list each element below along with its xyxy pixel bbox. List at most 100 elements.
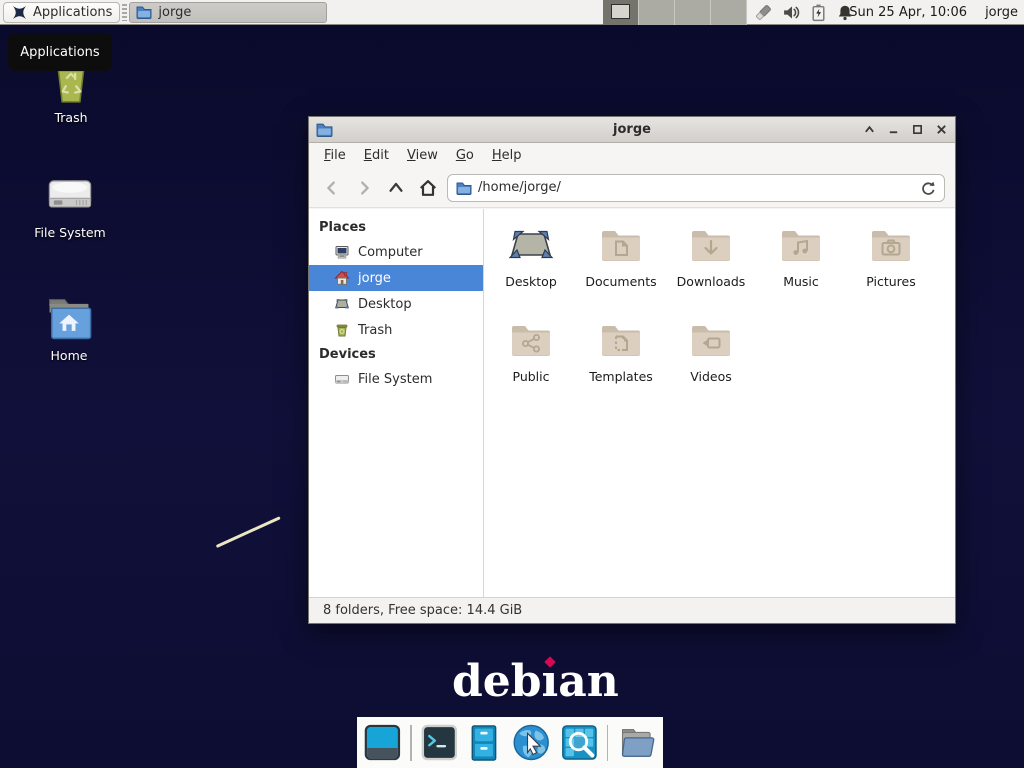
file-item-templates[interactable]: Templates — [576, 317, 666, 384]
downloads-folder-icon — [687, 222, 735, 270]
file-manager-window: jorge File Edit View Go Help — [308, 116, 956, 624]
public-folder-icon — [507, 317, 555, 365]
applications-menu-label: Applications — [33, 5, 112, 20]
panel-username[interactable]: jorge — [985, 5, 1018, 20]
menu-edit[interactable]: Edit — [357, 146, 396, 165]
menubar: File Edit View Go Help — [309, 143, 955, 168]
taskbar-window-button[interactable]: jorge — [129, 2, 327, 23]
file-item-music[interactable]: Music — [756, 222, 846, 289]
sidebar-item-label: Trash — [358, 323, 392, 338]
location-folder-icon — [456, 180, 472, 196]
workspace-3[interactable] — [675, 0, 711, 25]
sidebar-item-label: Computer — [358, 245, 423, 260]
file-item-label: Videos — [690, 369, 732, 384]
sidebar-item-file-system[interactable]: File System — [309, 366, 483, 392]
hard-drive-icon — [334, 371, 350, 387]
applications-menu-button[interactable]: Applications — [3, 2, 120, 23]
file-item-label: Public — [513, 369, 550, 384]
menu-go[interactable]: Go — [449, 146, 481, 165]
file-item-videos[interactable]: Videos — [666, 317, 756, 384]
file-item-pictures[interactable]: Pictures — [846, 222, 936, 289]
debian-logo-text: an — [558, 656, 619, 707]
menu-file[interactable]: File — [317, 146, 353, 165]
videos-folder-icon — [687, 317, 735, 365]
file-item-desktop[interactable]: Desktop — [486, 222, 576, 289]
up-button[interactable] — [383, 175, 409, 201]
back-button[interactable] — [319, 175, 345, 201]
folder-icon — [136, 4, 152, 20]
file-item-label: Music — [783, 274, 819, 289]
reload-icon[interactable] — [920, 180, 936, 196]
debian-logo-text: deb — [452, 656, 542, 707]
menu-help[interactable]: Help — [485, 146, 529, 165]
desktop: Applications jorge — [0, 0, 1024, 768]
taskbar-window-label: jorge — [158, 5, 191, 20]
desktop-icon[interactable] — [364, 722, 401, 763]
file-item-public[interactable]: Public — [486, 317, 576, 384]
desktop-icon — [334, 296, 350, 312]
sidebar-item-label: jorge — [358, 271, 391, 286]
volume-icon[interactable] — [782, 3, 801, 22]
desktop-icon-label: Home — [51, 348, 88, 363]
terminal-icon[interactable] — [421, 722, 458, 763]
file-view[interactable]: Desktop Documents Do — [484, 209, 955, 597]
location-bar[interactable] — [447, 174, 945, 202]
file-item-documents[interactable]: Documents — [576, 222, 666, 289]
workspace-4[interactable] — [711, 0, 747, 25]
dock — [357, 717, 663, 768]
documents-folder-icon — [597, 222, 645, 270]
applications-tooltip: Applications — [8, 33, 112, 71]
window-minimize-button[interactable] — [886, 123, 900, 137]
desktop-icon-file-system[interactable]: File System — [18, 170, 122, 240]
workspace-1[interactable] — [603, 0, 639, 25]
directory-folder-icon[interactable] — [617, 722, 656, 763]
window-body: Places Computer — [309, 209, 955, 597]
file-cabinet-icon[interactable] — [466, 722, 502, 764]
home-button[interactable] — [415, 175, 441, 201]
xfce-logo-icon — [11, 4, 28, 21]
dock-separator — [410, 725, 412, 761]
window-title: jorge — [309, 122, 955, 137]
menu-view[interactable]: View — [400, 146, 445, 165]
music-folder-icon — [777, 222, 825, 270]
sidebar-header-devices: Devices — [309, 343, 483, 366]
file-item-label: Pictures — [866, 274, 916, 289]
top-panel: Applications jorge — [0, 0, 1024, 25]
stylus-icon[interactable] — [753, 3, 773, 23]
debian-logo: debıan — [452, 656, 619, 707]
sidebar-item-jorge[interactable]: jorge — [309, 265, 483, 291]
workspace-2[interactable] — [639, 0, 675, 25]
home-icon — [334, 270, 350, 286]
sidebar-item-label: Desktop — [358, 297, 412, 312]
path-input[interactable] — [478, 180, 914, 195]
desktop-swirl-line — [216, 516, 281, 548]
window-shade-button[interactable] — [862, 123, 876, 137]
clock[interactable]: Sun 25 Apr, 10:06 — [849, 5, 967, 20]
file-item-label: Desktop — [505, 274, 557, 289]
app-finder-icon[interactable] — [561, 722, 598, 763]
sidebar-item-computer[interactable]: Computer — [309, 239, 483, 265]
workspace-switcher[interactable] — [603, 0, 747, 25]
file-item-label: Downloads — [677, 274, 746, 289]
panel-handle[interactable] — [122, 4, 127, 21]
window-maximize-button[interactable] — [910, 123, 924, 137]
pictures-folder-icon — [867, 222, 915, 270]
window-close-button[interactable] — [934, 123, 948, 137]
sidebar: Places Computer — [309, 209, 484, 597]
file-item-label: Documents — [585, 274, 656, 289]
sidebar-item-trash[interactable]: Trash — [309, 317, 483, 343]
battery-icon[interactable] — [810, 3, 827, 22]
sidebar-item-desktop[interactable]: Desktop — [309, 291, 483, 317]
desktop-icon-label: File System — [34, 225, 106, 240]
system-tray — [753, 0, 854, 25]
toolbar — [309, 168, 955, 208]
web-browser-globe-icon[interactable] — [511, 720, 551, 765]
hard-drive-icon — [44, 170, 96, 220]
window-titlebar[interactable]: jorge — [309, 117, 955, 143]
desktop-folder-icon — [507, 222, 555, 270]
statusbar-text: 8 folders, Free space: 14.4 GiB — [323, 603, 522, 618]
desktop-icon-home[interactable]: Home — [17, 295, 121, 363]
panel-clock-area: Sun 25 Apr, 10:06 jorge — [849, 0, 1018, 25]
file-item-downloads[interactable]: Downloads — [666, 222, 756, 289]
forward-button[interactable] — [351, 175, 377, 201]
